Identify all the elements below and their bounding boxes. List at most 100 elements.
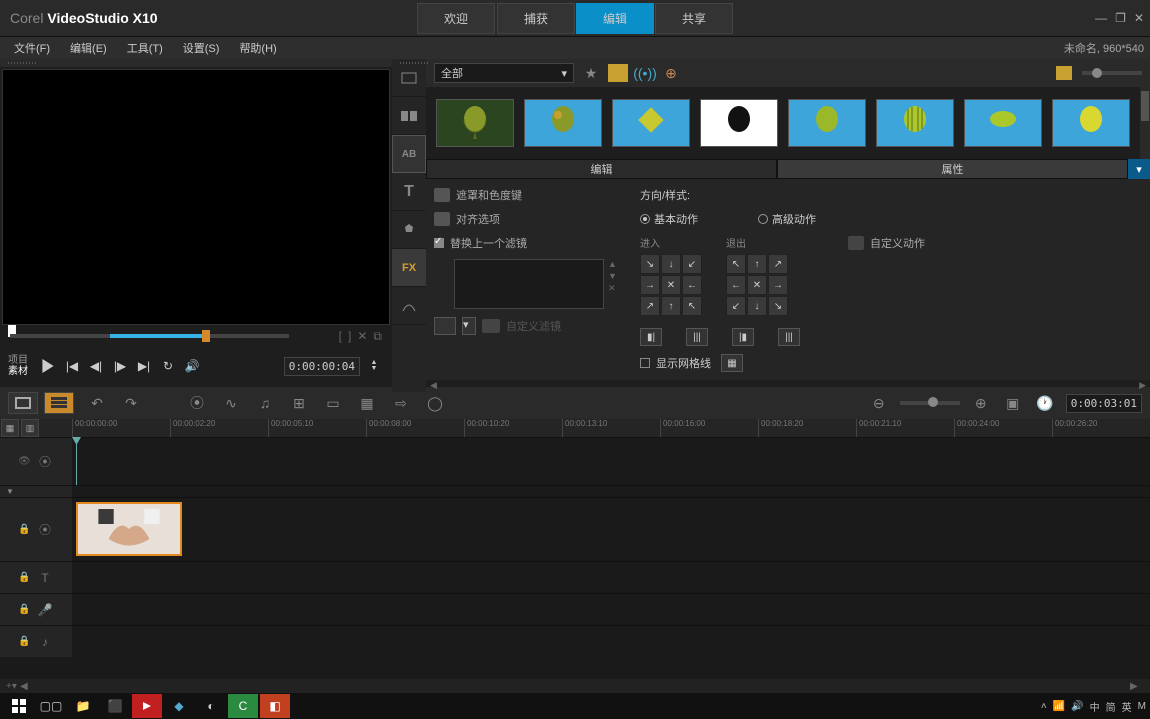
music-track[interactable] xyxy=(72,626,1150,657)
proptab-dropdown[interactable]: ▾ xyxy=(1128,159,1150,179)
timeline-clip[interactable] xyxy=(76,502,182,556)
play-button[interactable] xyxy=(38,356,58,376)
add-track-button[interactable]: +▾ xyxy=(6,681,20,692)
clock-icon[interactable]: 🕐 xyxy=(1034,392,1056,414)
sound-icon[interactable]: ((•)) xyxy=(636,64,654,82)
dir-ne[interactable]: ↗ xyxy=(768,254,788,274)
storyboard-mode-button[interactable] xyxy=(8,392,38,414)
zoom-out-button[interactable]: ⊖ xyxy=(868,392,890,414)
filter-delete-button[interactable]: ✕ xyxy=(608,283,617,294)
zoom-in-button[interactable]: ⊕ xyxy=(970,392,992,414)
timecode-stepper[interactable]: ▲▼ xyxy=(364,356,384,376)
frame-forward-button[interactable]: |▶ xyxy=(110,356,130,376)
dir-se[interactable]: ↘ xyxy=(768,296,788,316)
lock-icon[interactable]: 🔒 xyxy=(18,572,30,584)
app-icon-4[interactable]: ◐ xyxy=(196,694,226,718)
library-thumbnail[interactable] xyxy=(436,99,514,147)
scroll-left-button[interactable]: ◀ xyxy=(20,681,34,692)
app-icon-1[interactable]: ⬛ xyxy=(100,694,130,718)
track-head-title[interactable]: 🔒T xyxy=(0,562,72,593)
redo-button[interactable]: ↷ xyxy=(120,392,142,414)
dir-n[interactable]: ↑ xyxy=(747,254,767,274)
favorite-icon[interactable]: ★ xyxy=(582,64,600,82)
gridlines-checkbox[interactable] xyxy=(640,358,650,368)
thumbnail-size-slider[interactable] xyxy=(1082,71,1142,75)
track-head-music[interactable]: 🔒♪ xyxy=(0,626,72,657)
scroll-right-button[interactable]: ▶ xyxy=(1130,681,1144,692)
track-head-overlay[interactable]: 🔒 ⦿ xyxy=(0,498,72,561)
tab-share[interactable]: 共享 xyxy=(655,3,733,34)
mode-clip[interactable]: 素材 xyxy=(8,366,28,377)
restore-button[interactable]: ❐ xyxy=(1115,11,1126,25)
library-scrollbar[interactable] xyxy=(1140,87,1150,159)
chapter-tool[interactable]: ▭ xyxy=(322,392,344,414)
library-thumbnail[interactable] xyxy=(524,99,602,147)
title-track[interactable] xyxy=(72,562,1150,593)
timeline-ruler[interactable]: 00:00:00:00 00:00:02:20 00:00:05:10 00:0… xyxy=(72,419,1150,437)
undo-button[interactable]: ↶ xyxy=(86,392,108,414)
library-thumbnail[interactable] xyxy=(612,99,690,147)
dir-w[interactable]: → xyxy=(640,275,660,295)
style-bar-out-2[interactable]: ||| xyxy=(778,328,800,346)
sidetab-media[interactable] xyxy=(392,59,426,97)
proptab-attr[interactable]: 属性 xyxy=(777,159,1128,179)
dir-w[interactable]: ← xyxy=(726,275,746,295)
dir-e[interactable]: ← xyxy=(682,275,702,295)
library-thumbnail[interactable] xyxy=(788,99,866,147)
show-gridlines[interactable]: 显示网格线 ▦ xyxy=(640,354,1142,372)
prop-mask[interactable]: 遮罩和色度键 xyxy=(434,187,624,203)
filter-down-button[interactable]: ▼ xyxy=(608,271,617,281)
folder-icon[interactable] xyxy=(608,64,628,82)
filter-preset-dropdown[interactable]: ▾ xyxy=(462,317,476,335)
track-head-video[interactable]: 👁 ⦿ xyxy=(0,438,72,485)
library-thumbnail[interactable] xyxy=(1052,99,1130,147)
track-options-1[interactable]: ▦ xyxy=(1,419,19,437)
auto-music-tool[interactable]: ♫ xyxy=(254,392,276,414)
filter-list[interactable] xyxy=(454,259,604,309)
ime-4[interactable]: M xyxy=(1138,701,1146,712)
proptab-edit[interactable]: 编辑 xyxy=(426,159,777,179)
sidetab-filter[interactable]: FX xyxy=(392,249,426,287)
timeline-mode-button[interactable] xyxy=(44,392,74,414)
view-mode-icon[interactable] xyxy=(1056,66,1072,80)
timeline-playhead[interactable] xyxy=(76,438,77,485)
timeline-duration[interactable]: 0:00:03:01 xyxy=(1066,394,1142,413)
panel-grip[interactable] xyxy=(0,59,392,67)
sidetab-graphic[interactable] xyxy=(392,211,426,249)
expand-icon[interactable]: ▼ xyxy=(6,487,14,496)
snapshot-button[interactable]: ⧉ xyxy=(373,329,382,344)
tab-welcome[interactable]: 欢迎 xyxy=(417,3,495,34)
visibility-icon[interactable]: 👁 xyxy=(18,456,30,468)
filter-up-button[interactable]: ▲ xyxy=(608,259,617,269)
hscroll-left[interactable]: ◀ xyxy=(430,380,437,392)
sidetab-path[interactable] xyxy=(392,287,426,325)
app-icon-5[interactable]: C xyxy=(228,694,258,718)
style-bar-in-2[interactable]: ||| xyxy=(686,328,708,346)
sidetab-title[interactable]: AB xyxy=(392,135,426,173)
menu-help[interactable]: 帮助(H) xyxy=(231,38,284,58)
prop-replace-filter[interactable]: 替换上一个滤镜 xyxy=(434,235,624,251)
dir-nw[interactable]: ↘ xyxy=(640,254,660,274)
video-track[interactable] xyxy=(72,438,1150,485)
dir-nw[interactable]: ↖ xyxy=(726,254,746,274)
dir-se[interactable]: ↖ xyxy=(682,296,702,316)
track-options-2[interactable]: ▥ xyxy=(21,419,39,437)
track-head-voice[interactable]: 🔒🎤 xyxy=(0,594,72,625)
category-dropdown[interactable]: 全部 ▾ xyxy=(434,63,574,83)
scrub-range-end[interactable] xyxy=(202,330,210,342)
prop-align[interactable]: 对齐选项 xyxy=(434,211,624,227)
tracking-tool[interactable]: ◯ xyxy=(424,392,446,414)
overlay-track[interactable] xyxy=(72,498,1150,561)
explorer-icon[interactable]: 📁 xyxy=(68,694,98,718)
mark-out-button[interactable]: ] xyxy=(348,329,351,344)
minimize-button[interactable]: — xyxy=(1095,11,1107,25)
frame-back-button[interactable]: ◀| xyxy=(86,356,106,376)
tab-capture[interactable]: 捕获 xyxy=(497,3,575,34)
track-manager-tool[interactable]: ⊞ xyxy=(288,392,310,414)
record-button[interactable]: ⦿ xyxy=(186,392,208,414)
preview-timecode[interactable]: 0:00:00:04 xyxy=(284,357,360,376)
mode-project[interactable]: 项目 xyxy=(8,355,28,366)
dir-sw[interactable]: ↗ xyxy=(640,296,660,316)
dir-n[interactable]: ↓ xyxy=(661,254,681,274)
gridlines-settings-icon[interactable]: ▦ xyxy=(721,354,743,372)
